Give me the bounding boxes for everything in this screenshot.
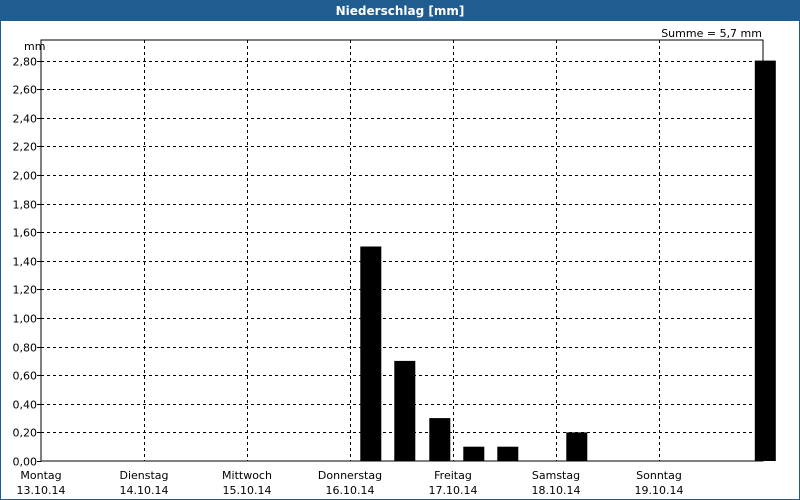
y-tick-label: 1,00 — [13, 313, 38, 326]
x-date-label: 19.10.14 — [635, 484, 684, 497]
precipitation-bar — [754, 60, 776, 461]
x-date-label: 17.10.14 — [429, 484, 478, 497]
y-axis-unit: mm — [24, 40, 45, 53]
x-day-name-label: Freitag — [434, 469, 472, 482]
x-day-name-label: Sonntag — [636, 469, 682, 482]
y-tick-label: 0,40 — [13, 399, 38, 412]
precipitation-bar — [360, 246, 382, 461]
y-tick-label: 1,20 — [13, 284, 38, 297]
x-date-label: 14.10.14 — [120, 484, 169, 497]
x-date-label: 18.10.14 — [532, 484, 581, 497]
precipitation-bar — [429, 418, 451, 461]
y-tick-label: 1,60 — [13, 227, 38, 240]
y-tick-label: 2,60 — [13, 84, 38, 97]
precipitation-bar — [566, 432, 588, 461]
x-day-name-label: Samstag — [532, 469, 580, 482]
x-date-label: 13.10.14 — [17, 484, 66, 497]
sum-label: Summe = 5,7 mm — [661, 27, 762, 40]
y-tick-label: 0,60 — [13, 370, 38, 383]
y-tick-label: 1,80 — [13, 199, 38, 212]
y-tick-label: 0,80 — [13, 342, 38, 355]
y-tick-label: 2,40 — [13, 113, 38, 126]
y-tick-label: 2,80 — [13, 56, 38, 69]
x-date-label: 15.10.14 — [223, 484, 272, 497]
x-day-name-label: Montag — [20, 469, 61, 482]
precipitation-bar — [463, 446, 485, 461]
x-day-name-label: Donnerstag — [318, 469, 382, 482]
y-tick-label: 2,00 — [13, 170, 38, 183]
y-tick-label: 2,20 — [13, 141, 38, 154]
precipitation-bar — [497, 446, 519, 461]
y-tick-label: 0,20 — [13, 427, 38, 440]
x-day-name-label: Mittwoch — [222, 469, 272, 482]
precipitation-chart: Summe = 5,7 mm mm 0,00 0,20 0,40 0,60 0,80 1,… — [13, 27, 776, 497]
x-date-label: 16.10.14 — [326, 484, 375, 497]
y-tick-label: 0,00 — [13, 456, 38, 469]
x-day-name-label: Dienstag — [119, 469, 168, 482]
y-tick-label: 1,40 — [13, 256, 38, 269]
precipitation-bar — [394, 360, 416, 461]
